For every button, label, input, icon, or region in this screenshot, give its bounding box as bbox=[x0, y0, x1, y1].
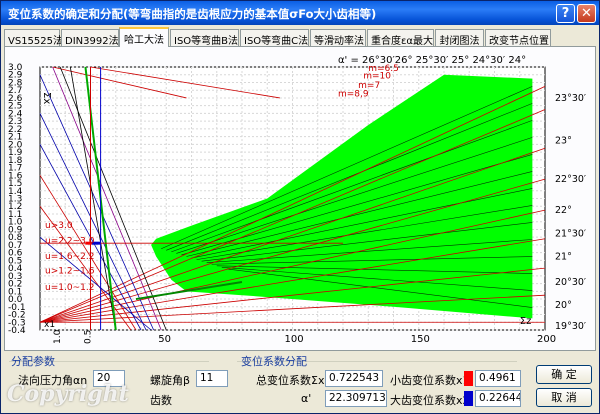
large-gear-shift-field[interactable]: 0.226443 bbox=[475, 390, 521, 407]
tab-sliding[interactable]: 等滑动率法 bbox=[310, 29, 366, 47]
x-tick-label: 150 bbox=[411, 334, 430, 345]
right-angle-label: 22° bbox=[555, 205, 572, 216]
u-ratio-label: u>3.0 bbox=[45, 221, 73, 231]
tab-din3992[interactable]: DIN3992法 bbox=[61, 29, 119, 47]
tab-contact-ratio[interactable]: 重合度εα最大 bbox=[367, 29, 434, 47]
right-angle-label: 20°30′ bbox=[555, 277, 586, 288]
working-angle-field[interactable]: 22.30971346 bbox=[325, 390, 387, 407]
small-gear-color-swatch bbox=[464, 371, 473, 386]
tab-hit[interactable]: 哈工大法 bbox=[119, 27, 169, 47]
right-angle-label: 21°30′ bbox=[555, 228, 586, 239]
right-angle-label: 22°30′ bbox=[555, 174, 586, 185]
total-shift-label: 总变位系数Σx bbox=[256, 374, 325, 387]
gear-teeth-label: 齿数 bbox=[150, 394, 172, 407]
helix-angle-label: 螺旋角β bbox=[150, 374, 191, 387]
title-bar: 变位系数的确定和分配(等弯曲指的是齿根应力的基本值σFo大小齿相等) bbox=[1, 1, 599, 25]
close-button[interactable]: ✕ bbox=[577, 4, 596, 23]
u-ratio-label: u>1.2~1.6 bbox=[45, 267, 95, 277]
right-angle-label: 21° bbox=[555, 252, 572, 263]
x-tick-label: 100 bbox=[285, 334, 304, 345]
u-ratio-label: u=1.0~1.2 bbox=[45, 283, 94, 293]
right-angle-label: 23° bbox=[555, 135, 572, 146]
u-ratio-label: u=2.2~3.0 bbox=[45, 236, 95, 246]
x1-tick-label: 1.0 bbox=[53, 329, 63, 344]
cancel-button[interactable]: 取 消 bbox=[536, 388, 592, 407]
selection-chart[interactable]: 3.02.92.82.72.62.52.42.32.22.12.01.91.81… bbox=[5, 47, 597, 352]
y-tick-label: -0.4 bbox=[8, 326, 26, 336]
module-label: m=8,9 bbox=[338, 89, 369, 99]
y-axis-label: Σx bbox=[41, 92, 52, 104]
tab-panel: 3.0 2.9 2.8 2.7 2.6 2.5 2.4 2.3 2.2 2.1 2.0 1.9 1.8 1… bbox=[4, 46, 596, 351]
help-button[interactable]: ? bbox=[556, 4, 575, 23]
watermark: Copyright bbox=[7, 381, 129, 407]
right-angle-label: 20° bbox=[555, 300, 572, 311]
small-gear-shift-label: 小齿变位系数x1 bbox=[390, 374, 470, 387]
x-tick-label: 50 bbox=[158, 334, 171, 345]
x-tick-label: 200 bbox=[537, 334, 556, 345]
top-angle-label: α' = 26°30′26° 25°30′ 25° 24°30′ 24° bbox=[338, 55, 526, 66]
params-section-title: 分配参数 bbox=[11, 355, 55, 368]
right-angle-label: 23°30′ bbox=[555, 93, 586, 104]
right-angle-label: 19°30′ bbox=[555, 321, 586, 332]
working-angle-symbol: α' bbox=[301, 392, 312, 405]
helix-angle-input[interactable]: 11 bbox=[196, 370, 228, 387]
tab-pitch-point[interactable]: 改变节点位置 bbox=[485, 29, 551, 47]
u-ratio-label: u=1.6~2.2 bbox=[45, 252, 94, 262]
small-gear-shift-field[interactable]: 0.4961 bbox=[475, 370, 521, 387]
tab-iso-c[interactable]: ISO等弯曲C法 bbox=[240, 29, 309, 47]
x1-axis-label: x1 bbox=[44, 320, 55, 330]
tab-iso-b[interactable]: ISO等弯曲B法 bbox=[170, 29, 239, 47]
total-shift-field[interactable]: 0.722543 bbox=[325, 370, 383, 387]
x1-tick-label: 0.5 bbox=[84, 330, 94, 344]
ok-button[interactable]: 确 定 bbox=[536, 365, 592, 384]
shift-section-title: 变位系数分配 bbox=[241, 355, 307, 368]
x-axis-label: Σz bbox=[520, 316, 532, 327]
tab-closed-diagram[interactable]: 封闭图法 bbox=[435, 29, 484, 47]
dialog-window: 变位系数的确定和分配(等弯曲指的是齿根应力的基本值σFo大小齿相等) ? ✕ V… bbox=[0, 0, 600, 414]
tab-vs15525[interactable]: VS15525法 bbox=[4, 29, 63, 47]
window-title: 变位系数的确定和分配(等弯曲指的是齿根应力的基本值σFo大小齿相等) bbox=[8, 7, 377, 21]
large-gear-color-swatch bbox=[464, 391, 473, 406]
large-gear-shift-label: 大齿变位系数x2 bbox=[390, 394, 470, 407]
